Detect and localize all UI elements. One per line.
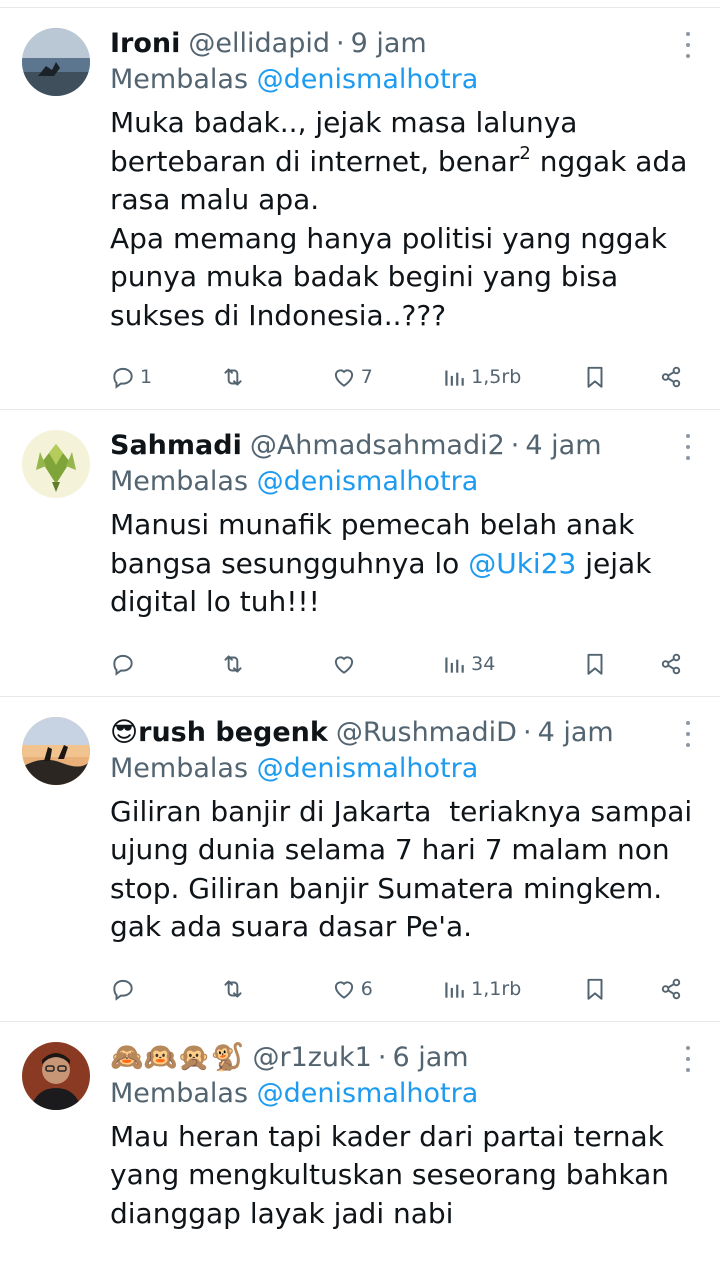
avatar[interactable]	[22, 28, 90, 96]
views-button[interactable]: 1,5rb	[441, 364, 531, 390]
tweet-header: 😎rush begenk @RushmadiD · 4 jam	[110, 715, 698, 751]
view-count: 1,1rb	[471, 977, 522, 1000]
tweet-text-part: Muka badak.., jejak masa lalunya berteba…	[110, 106, 578, 178]
bookmark-icon	[587, 653, 603, 675]
share-button[interactable]	[658, 976, 684, 1002]
reply-prefix: Membalas	[110, 64, 249, 95]
heart-icon	[334, 369, 353, 387]
reply-mention-link[interactable]: @denismalhotra	[257, 64, 479, 95]
separator-dot: ·	[522, 716, 532, 748]
tweet-text: Giliran banjir di Jakarta teriaknya samp…	[110, 794, 693, 944]
bookmark-button[interactable]	[582, 651, 608, 677]
reply-context: Membalas @denismalhotra	[110, 464, 698, 500]
tweet-sahmadi[interactable]: Sahmadi @Ahmadsahmadi2 · 4 jam Membalas …	[0, 410, 720, 697]
views-icon	[445, 370, 464, 386]
bookmark-icon	[587, 366, 603, 388]
like-button[interactable]	[331, 651, 391, 677]
reply-prefix: Membalas	[110, 1077, 249, 1109]
reply-context: Membalas @denismalhotra	[110, 62, 698, 98]
more-icon[interactable]	[682, 719, 694, 749]
retweet-icon	[224, 654, 242, 673]
display-name[interactable]: 😎rush begenk	[110, 715, 328, 751]
avatar[interactable]	[22, 716, 90, 785]
reply-count: 1	[140, 366, 153, 388]
tweet-r1zuk1[interactable]: 🙈🙉🙊🐒 @r1zuk1 · 6 jam Membalas @denismalh…	[0, 1022, 720, 1234]
retweet-button[interactable]	[220, 976, 280, 1002]
reply-icon	[113, 979, 133, 1001]
inline-mention-link[interactable]: @Uki23	[468, 547, 576, 580]
reply-mention-link[interactable]: @denismalhotra	[257, 753, 479, 784]
timestamp[interactable]: 9 jam	[351, 26, 427, 62]
tweet-actions: 1 7 1,5rb	[110, 345, 698, 409]
superscript: 2	[519, 142, 531, 164]
bookmark-button[interactable]	[582, 364, 608, 390]
separator-dot: ·	[335, 28, 345, 59]
tweet-actions: 34	[110, 632, 698, 696]
share-icon	[661, 978, 681, 999]
display-name[interactable]: 🙈🙉🙊🐒	[110, 1040, 244, 1076]
tweet-text: Muka badak.., jejak masa lalunya berteba…	[110, 104, 698, 335]
reply-icon	[113, 367, 133, 389]
retweet-icon	[224, 368, 242, 386]
reply-icon	[113, 654, 133, 676]
share-icon	[661, 653, 681, 674]
separator-dot: ·	[377, 1041, 387, 1073]
reply-button[interactable]: 1	[110, 364, 170, 390]
user-handle[interactable]: @r1zuk1	[252, 1040, 371, 1076]
more-icon[interactable]	[682, 432, 694, 462]
reply-button[interactable]	[110, 651, 170, 677]
view-count: 34	[471, 652, 496, 675]
avatar[interactable]	[22, 430, 90, 498]
reply-context: Membalas @denismalhotra	[110, 751, 698, 787]
reply-button[interactable]	[110, 976, 170, 1002]
like-button[interactable]: 7	[331, 364, 391, 390]
timestamp[interactable]: 4 jam	[525, 428, 601, 464]
user-handle[interactable]: @Ahmadsahmadi2	[250, 428, 505, 464]
like-button[interactable]: 6	[331, 976, 391, 1002]
views-button[interactable]: 34	[441, 651, 531, 677]
retweet-icon	[224, 979, 242, 998]
avatar[interactable]	[22, 1041, 90, 1110]
reply-prefix: Membalas	[110, 466, 249, 497]
bookmark-icon	[587, 978, 603, 1000]
share-button[interactable]	[658, 651, 684, 677]
display-name[interactable]: Ironi	[110, 26, 180, 62]
timestamp[interactable]: 6 jam	[392, 1040, 468, 1076]
timestamp[interactable]: 4 jam	[538, 715, 614, 751]
more-icon[interactable]	[682, 30, 694, 60]
heart-icon	[334, 655, 353, 674]
user-handle[interactable]: @RushmadiD	[336, 715, 517, 751]
like-count: 7	[360, 366, 373, 388]
views-icon	[445, 982, 464, 998]
display-name[interactable]: Sahmadi	[110, 428, 242, 464]
share-icon	[661, 366, 681, 388]
views-button[interactable]: 1,1rb	[441, 976, 531, 1002]
views-icon	[445, 657, 464, 673]
bookmark-button[interactable]	[582, 976, 608, 1002]
user-handle[interactable]: @ellidapid	[188, 26, 330, 62]
more-icon[interactable]	[682, 1044, 694, 1074]
view-count: 1,5rb	[471, 366, 522, 388]
heart-icon	[334, 980, 353, 999]
separator-dot: ·	[510, 430, 520, 461]
tweet-header: Sahmadi @Ahmadsahmadi2 · 4 jam	[110, 428, 698, 464]
reply-prefix: Membalas	[110, 752, 249, 784]
reply-mention-link[interactable]: @denismalhotra	[257, 466, 479, 497]
tweet-text: Manusi munafik pemecah belah anak bangsa…	[110, 506, 698, 622]
retweet-button[interactable]	[220, 651, 280, 677]
tweet-actions: 6 1,1rb	[110, 957, 698, 1021]
tweet-text: Mau heran tapi kader dari partai ternak …	[110, 1119, 670, 1230]
reply-mention-link[interactable]: @denismalhotra	[257, 1078, 479, 1109]
tweet-header: Ironi @ellidapid · 9 jam	[110, 26, 698, 62]
tweet-rush-begenk[interactable]: 😎rush begenk @RushmadiD · 4 jam Membalas…	[0, 697, 720, 1022]
tweet-header: 🙈🙉🙊🐒 @r1zuk1 · 6 jam	[110, 1040, 698, 1076]
reply-context: Membalas @denismalhotra	[110, 1076, 698, 1112]
share-button[interactable]	[658, 364, 684, 390]
like-count: 6	[360, 977, 373, 1000]
tweet-ironi[interactable]: Ironi @ellidapid · 9 jam Membalas @denis…	[0, 8, 720, 410]
retweet-button[interactable]	[220, 364, 280, 390]
